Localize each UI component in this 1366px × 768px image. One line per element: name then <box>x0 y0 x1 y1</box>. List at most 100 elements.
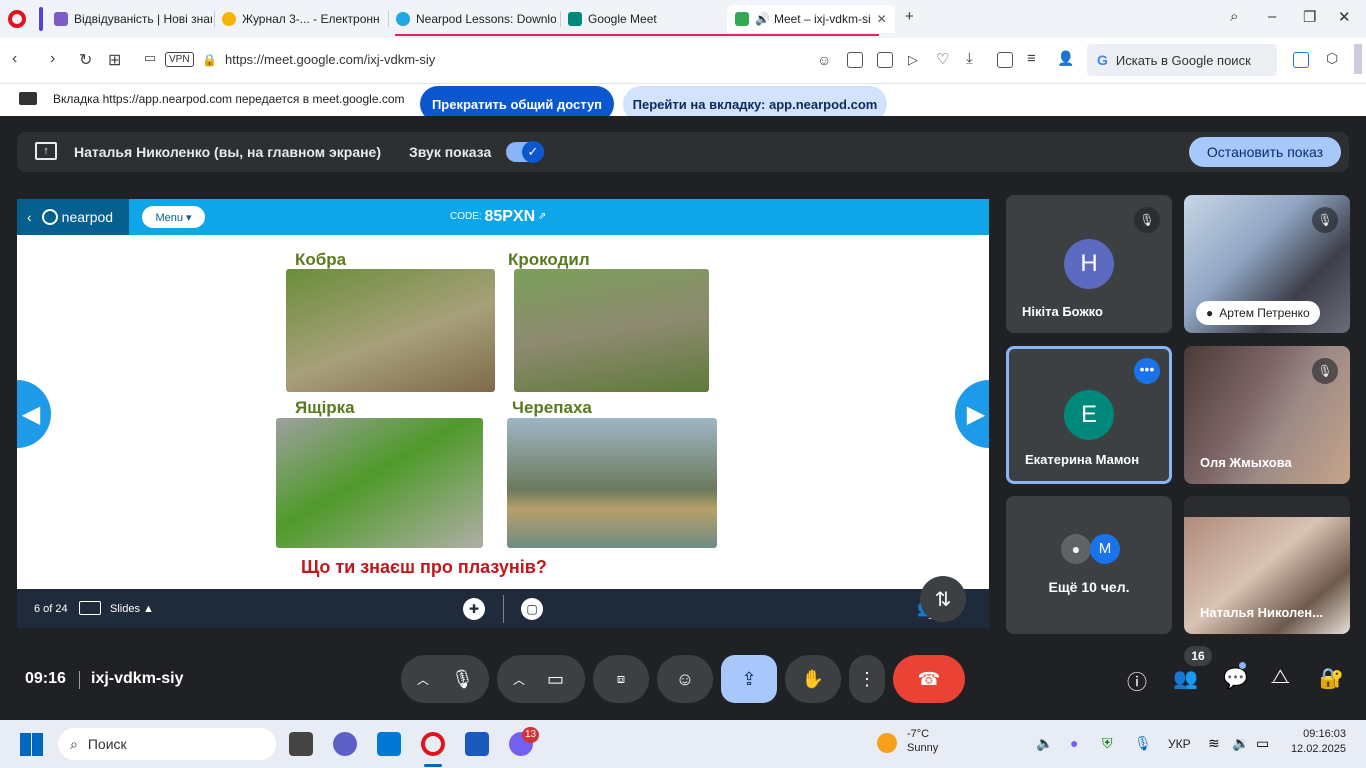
swap-icon: ⇅ <box>934 588 952 611</box>
nearpod-header: ‹ nearpod Menu ▾ CODE: 85PXN ⇗ <box>17 199 989 235</box>
send-icon[interactable]: ▷ <box>908 52 918 68</box>
emoji-icon[interactable]: ☺ <box>817 52 831 68</box>
extensions-icon[interactable]: ⬡ <box>1326 50 1338 67</box>
wifi-icon[interactable]: ≋ <box>1208 735 1220 752</box>
sound-toggle[interactable]: ✓ <box>506 141 544 163</box>
search-tabs-icon[interactable]: ⌕ <box>1230 8 1238 25</box>
more-options-icon[interactable]: ••• <box>1134 358 1160 384</box>
swap-layout-button[interactable]: ⇅ <box>920 576 966 622</box>
edit-icon[interactable] <box>847 52 863 68</box>
nearpod-logo[interactable]: ‹ nearpod <box>17 199 129 235</box>
camera-icon[interactable]: ▭ <box>144 50 156 66</box>
tab-google-meet[interactable]: Google Meet <box>560 5 726 33</box>
captions-button[interactable]: ⧈ <box>593 655 649 703</box>
speed-dial-icon[interactable]: ⊞ <box>108 50 121 70</box>
download-icon[interactable]: ⤓ <box>966 50 973 67</box>
opera-logo-icon[interactable] <box>8 10 26 28</box>
chat-icon[interactable]: 💬 <box>1223 666 1248 691</box>
mic-tray-icon[interactable]: 🎙 <box>1134 735 1152 752</box>
weather-widget[interactable]: -7°C Sunny <box>907 728 938 754</box>
check-icon: ✓ <box>522 141 544 163</box>
stop-presenting-button[interactable]: Остановить показ <box>1189 137 1341 167</box>
security-tray-icon[interactable]: ⛨ <box>1102 735 1113 752</box>
audio-options-chevron-icon[interactable]: ︿ <box>417 671 429 688</box>
tab-attendance[interactable]: Відвідуваність | Нові знан <box>46 5 212 33</box>
raise-hand-button[interactable]: ✋ <box>785 655 841 703</box>
next-slide-button[interactable]: ▶ <box>955 380 989 448</box>
back-icon[interactable]: ‹ <box>12 50 17 68</box>
volume-muted-app-icon[interactable]: 🔈 <box>1036 735 1053 752</box>
reload-icon[interactable]: ↻ <box>79 50 92 70</box>
participant-name: Оля Жмыхова <box>1200 455 1292 470</box>
reactions-button[interactable]: ☺ <box>657 655 713 703</box>
windows-start-icon[interactable] <box>20 733 43 756</box>
tab-journal[interactable]: Журнал 3-... - Електронні <box>214 5 380 33</box>
participant-tile[interactable]: H 🎙 Нікіта Божко <box>1006 195 1172 333</box>
battery-icon[interactable]: ▭ <box>1256 735 1269 752</box>
leave-call-button[interactable]: ☎ <box>893 655 965 703</box>
viber-tray-icon[interactable]: ● <box>1070 735 1078 751</box>
tab-meet-active[interactable]: 🔊 Meet – ixj-vdkm-si ✕ <box>727 5 895 33</box>
mic-button[interactable]: 🎙 <box>451 669 474 690</box>
sun-icon[interactable] <box>877 733 897 753</box>
external-link-icon[interactable]: ⇗ <box>538 211 546 222</box>
participant-tile[interactable]: 🎙 Оля Жмыхова <box>1184 346 1350 484</box>
scrollbar[interactable] <box>1354 44 1362 74</box>
activities-icon[interactable]: ⧍ <box>1271 666 1290 689</box>
info-icon[interactable]: ⓘ <box>1127 666 1147 695</box>
lock-icon[interactable]: 🔒 <box>202 53 217 67</box>
more-participants-tile[interactable]: ● M Ещё 10 чел. <box>1006 496 1172 634</box>
slides-toggle[interactable]: Slides ▲ <box>110 603 154 615</box>
crocodile-image <box>514 269 709 392</box>
store-icon[interactable] <box>377 732 401 756</box>
maximize-icon[interactable]: ❐ <box>1303 8 1316 26</box>
vpn-badge[interactable]: VPN <box>165 52 194 67</box>
back-icon[interactable]: ‹ <box>27 209 32 225</box>
heart-icon[interactable]: ♡ <box>936 50 949 68</box>
taskbar-search[interactable]: ⌕ Поиск <box>58 728 276 760</box>
participant-name-chip: ● Артем Петренко <box>1196 301 1320 325</box>
participant-tile[interactable]: 🎙 ● Артем Петренко <box>1184 195 1350 333</box>
video-popout-icon[interactable] <box>997 52 1013 68</box>
google-search-field[interactable]: G Искать в Google поиск <box>1087 44 1277 76</box>
nearpod-menu-button[interactable]: Menu ▾ <box>142 206 205 228</box>
tab-favicon-icon <box>222 12 236 26</box>
word-icon[interactable] <box>465 732 489 756</box>
slides-thumbnail-icon[interactable] <box>79 601 101 615</box>
minimize-icon[interactable]: – <box>1268 8 1276 25</box>
participant-tile-active[interactable]: E ••• Екатерина Мамон <box>1006 346 1172 484</box>
language-indicator[interactable]: УКР <box>1168 737 1191 751</box>
url-field[interactable]: https://meet.google.com/ixj-vdkm-siy <box>225 52 435 67</box>
new-tab-button[interactable]: + <box>905 8 914 25</box>
tab-title: Відвідуваність | Нові знан <box>74 12 212 26</box>
meet-window: ↑ Наталья Николенко (вы, на главном экра… <box>1 116 1365 720</box>
task-view-icon[interactable] <box>289 732 313 756</box>
more-vert-icon: ⋮ <box>858 668 876 689</box>
activity-icon[interactable]: ✚ <box>463 598 485 620</box>
close-tab-icon[interactable]: ✕ <box>877 12 887 26</box>
profile-icon[interactable]: 👤 <box>1057 50 1074 67</box>
camera-button[interactable]: ▭ <box>547 669 564 690</box>
code-label: CODE: <box>450 211 482 222</box>
teams-icon[interactable] <box>333 732 357 756</box>
snapshot-icon[interactable] <box>877 52 893 68</box>
opera-taskbar-icon[interactable] <box>421 732 445 756</box>
speaker-icon[interactable]: 🔊 <box>755 12 770 26</box>
present-button[interactable]: ⇪ <box>721 655 777 703</box>
tab-nearpod[interactable]: Nearpod Lessons: Downlo <box>388 5 556 33</box>
close-window-icon[interactable]: ✕ <box>1338 8 1351 26</box>
people-icon[interactable]: 👥 <box>1173 666 1198 691</box>
nearpod-code[interactable]: CODE: 85PXN ⇗ <box>450 208 546 226</box>
self-view-tile[interactable]: Наталья Николен... <box>1184 496 1350 634</box>
menu-icon[interactable]: ≡ <box>1027 50 1036 67</box>
video-options-chevron-icon[interactable]: ︿ <box>513 671 525 688</box>
previous-slide-button[interactable]: ◀ <box>17 380 51 448</box>
bookmark-icon[interactable]: ▢ <box>521 598 543 620</box>
volume-icon[interactable]: 🔉 <box>1232 735 1249 752</box>
host-controls-icon[interactable]: 🔐 <box>1319 666 1344 691</box>
system-clock[interactable]: 09:16:03 12.02.2025 <box>1288 728 1346 755</box>
more-options-button[interactable]: ⋮ <box>849 655 885 703</box>
anonymous-avatar-icon: ● <box>1061 534 1091 564</box>
workspaces-icon[interactable] <box>1293 52 1309 68</box>
forward-icon[interactable]: › <box>50 50 55 68</box>
